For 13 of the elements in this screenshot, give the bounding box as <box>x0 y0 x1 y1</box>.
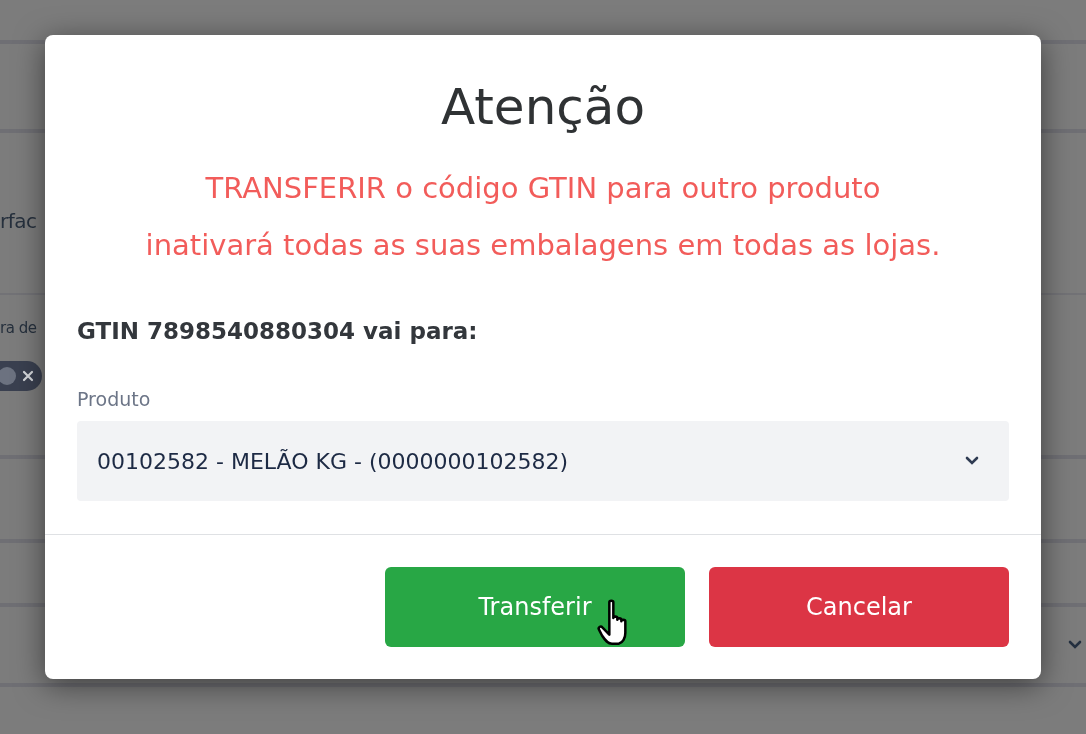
gtin-heading: GTIN 7898540880304 vai para: <box>77 318 479 344</box>
product-select[interactable]: 00102582 - MELÃO KG - (0000000102582) <box>77 421 1009 501</box>
chevron-down-icon <box>965 456 979 466</box>
chip-avatar-icon <box>0 367 16 385</box>
label-text: rfac <box>0 209 37 233</box>
field-label: Produto <box>77 388 152 410</box>
warning-message: TRANSFERIR o código GTIN para outro produto inativará todas as suas embalagens em todas as lojas. <box>144 170 942 264</box>
label-text: ra de <box>0 319 37 337</box>
dialog-title: Atenção <box>439 77 647 138</box>
close-icon[interactable] <box>22 370 34 382</box>
confirm-button[interactable]: Transferir <box>385 567 685 647</box>
chevron-down-icon[interactable] <box>1068 640 1082 650</box>
cancel-button[interactable]: Cancelar <box>709 567 1009 647</box>
